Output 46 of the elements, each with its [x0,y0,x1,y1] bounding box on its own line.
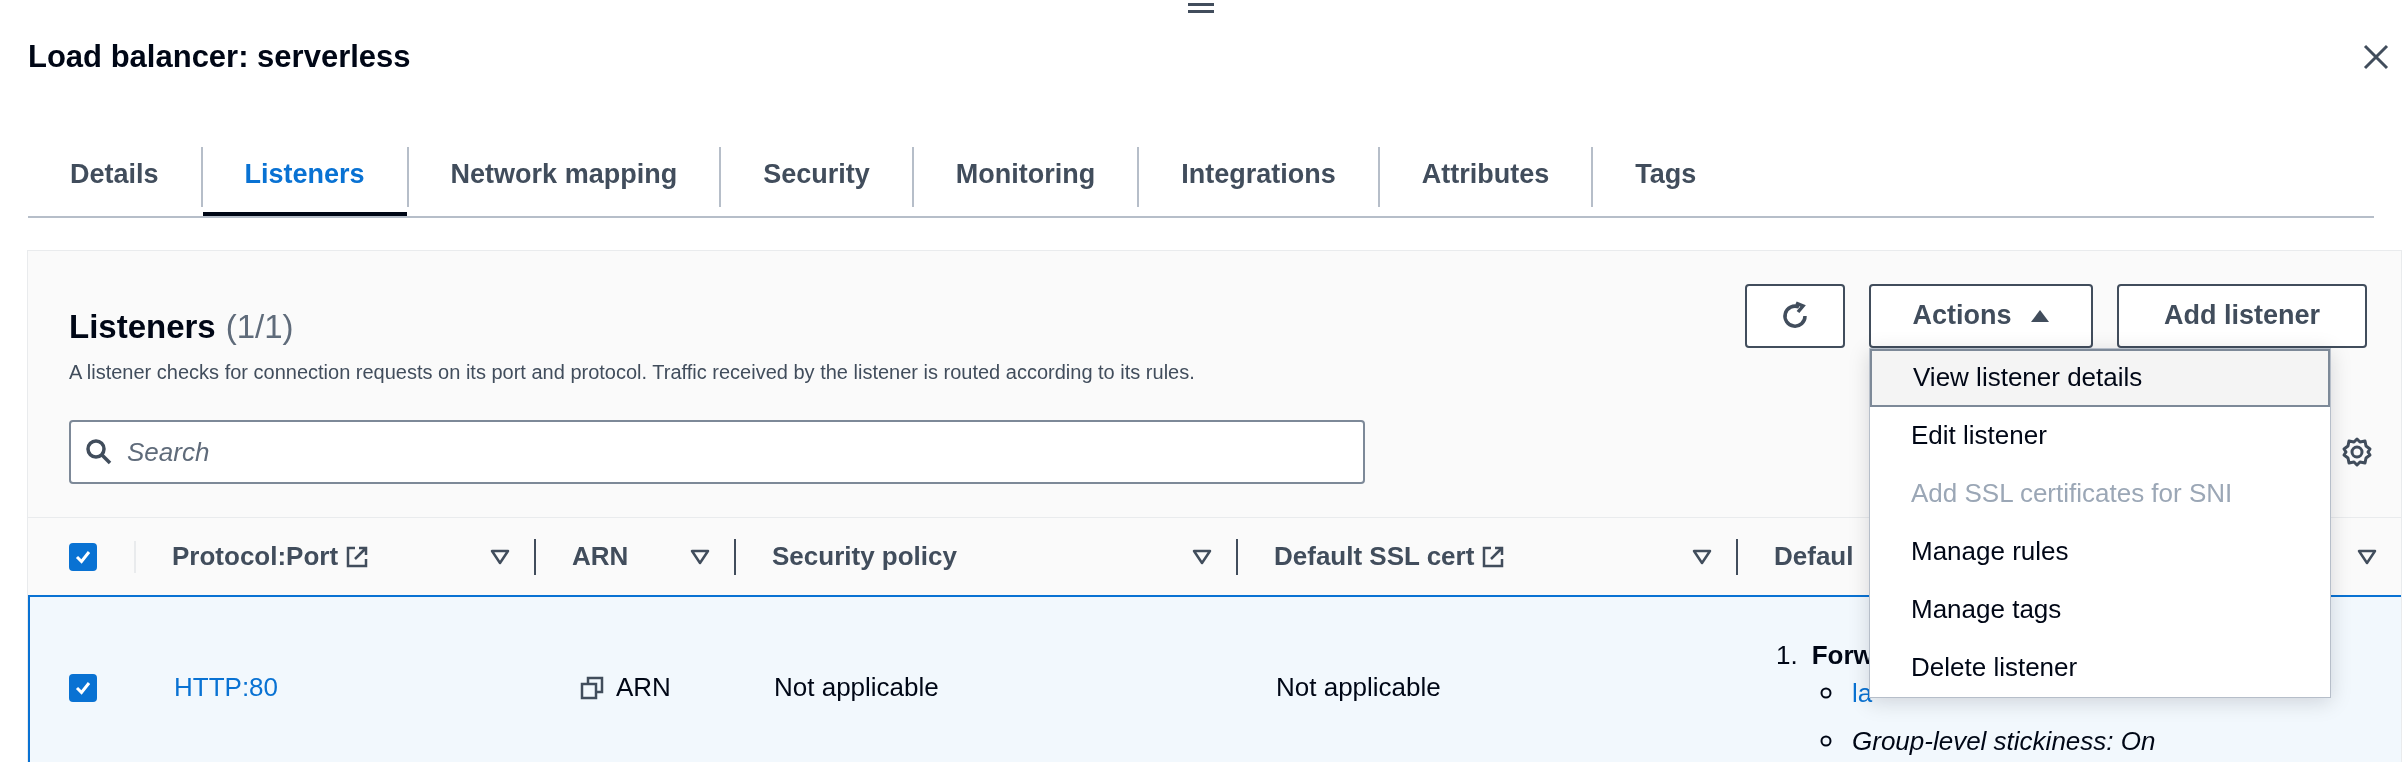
copy-icon[interactable] [580,675,604,700]
refresh-button[interactable] [1745,283,1845,348]
tab[interactable]: Monitoring [913,137,1138,216]
tab[interactable]: Tags [1593,137,1739,216]
tab[interactable]: Network mapping [408,137,720,216]
listener-link[interactable]: HTTP:80 [174,668,279,707]
external-link-icon [1482,545,1505,568]
actions-dropdown-button[interactable]: Actions [1869,283,2093,348]
sort-icon[interactable] [690,548,710,565]
settings-icon[interactable] [2341,436,2373,468]
sort-icon[interactable] [2357,548,2377,565]
search-icon [85,438,113,466]
table-cell-text: Not applicable [774,671,939,704]
sort-icon[interactable] [1692,548,1712,565]
tab[interactable]: Security [721,137,912,216]
external-link-icon [346,545,369,568]
panel-title: Load balancer: serverless [28,38,411,76]
section-heading: Listeners [69,306,216,347]
menu-item[interactable]: Delete listener [1870,638,2330,697]
tab[interactable]: Details [28,137,201,216]
menu-item[interactable]: Manage rules [1870,522,2330,581]
add-listener-button[interactable]: Add listener [2117,283,2367,348]
tab[interactable]: Attributes [1379,137,1592,216]
column-header: Security policy [772,540,957,573]
column-header: Default SSL cert [1274,540,1475,573]
list-number: 1. [1776,638,1798,672]
sort-icon[interactable] [490,548,510,565]
sort-icon[interactable] [1192,548,1212,565]
drag-handle-icon[interactable] [1188,2,1214,14]
column-header: Defaul [1774,540,1854,573]
section-description: A listener checks for connection requests on its port and protocol. Traffic received by the listener is routed according to its rules. [69,360,1195,385]
table-cell-text: ARN [616,671,671,704]
checkbox[interactable] [69,673,97,702]
checkbox[interactable] [69,542,97,571]
tab[interactable]: Integrations [1139,137,1378,216]
search-field[interactable]: Search [69,420,1365,484]
stickiness-text: Group-level stickiness: On [1852,724,2156,758]
bullet-icon [1820,735,1832,747]
column-header: Protocol:Port [172,540,339,573]
item-count: (1/1) [225,306,294,347]
close-icon[interactable] [2362,43,2390,72]
column-header: ARN [572,540,629,573]
bullet-icon [1820,687,1832,699]
table-cell-text: Not applicable [1276,671,1441,704]
menu-item[interactable]: Edit listener [1870,406,2330,465]
menu-item[interactable]: View listener details [1870,348,2330,407]
